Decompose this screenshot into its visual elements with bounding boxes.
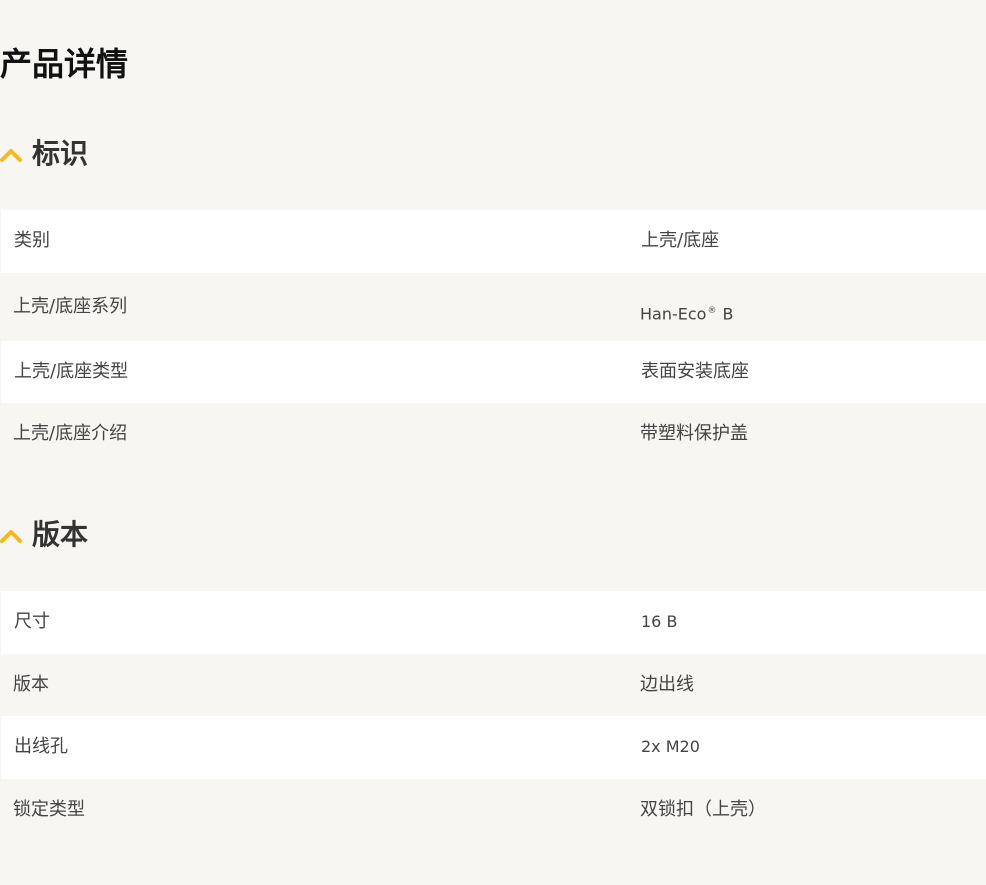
section-title: 版本 <box>32 518 89 551</box>
table-row: 出线孔 2x M20 <box>1 716 986 779</box>
chevron-up-icon <box>0 528 22 543</box>
spec-value-prefix: Han-Eco <box>640 303 707 323</box>
section-header-identification[interactable]: 标识 <box>0 134 88 174</box>
chevron-up-icon <box>0 147 22 162</box>
spec-label: 锁定类型 <box>13 798 85 820</box>
section-title: 标识 <box>32 137 89 170</box>
spec-table-version: 尺寸 16 B 版本 边出线 出线孔 2x M20 锁定类型 双锁扣（上壳） <box>0 591 986 841</box>
spec-label: 上壳/底座介绍 <box>13 423 128 445</box>
spec-label: 上壳/底座类型 <box>14 360 129 382</box>
table-row: 上壳/底座系列 Han-Eco® B <box>0 272 986 341</box>
spec-value: 带塑料保护盖 <box>640 423 748 445</box>
spec-label: 上壳/底座系列 <box>13 295 128 317</box>
page-title: 产品详情 <box>0 45 129 83</box>
spec-value: 上壳/底座 <box>641 230 720 252</box>
table-row: 版本 边出线 <box>0 653 986 716</box>
spec-label: 出线孔 <box>14 736 68 758</box>
table-row: 类别 上壳/底座 <box>1 210 986 273</box>
spec-value: 2x M20 <box>641 737 700 757</box>
spec-value: 双锁扣（上壳） <box>640 798 766 820</box>
table-row: 上壳/底座介绍 带塑料保护盖 <box>0 403 986 466</box>
spec-table-identification: 类别 上壳/底座 上壳/底座系列 Han-Eco® B 上壳/底座类型 表面安装… <box>0 210 986 466</box>
spec-label: 版本 <box>13 673 49 695</box>
table-row: 锁定类型 双锁扣（上壳） <box>0 778 986 841</box>
spec-value: 表面安装底座 <box>641 360 749 382</box>
spec-label: 类别 <box>14 230 50 252</box>
spec-value-suffix: B <box>717 303 734 323</box>
table-row: 上壳/底座类型 表面安装底座 <box>1 340 986 403</box>
spec-value: 边出线 <box>640 673 694 695</box>
table-row: 尺寸 16 B <box>1 591 986 654</box>
registered-mark: ® <box>707 305 717 316</box>
section-header-version[interactable]: 版本 <box>0 515 88 555</box>
spec-label: 尺寸 <box>14 611 50 633</box>
spec-value: 16 B <box>641 612 678 632</box>
spec-value: Han-Eco® B <box>640 299 734 326</box>
